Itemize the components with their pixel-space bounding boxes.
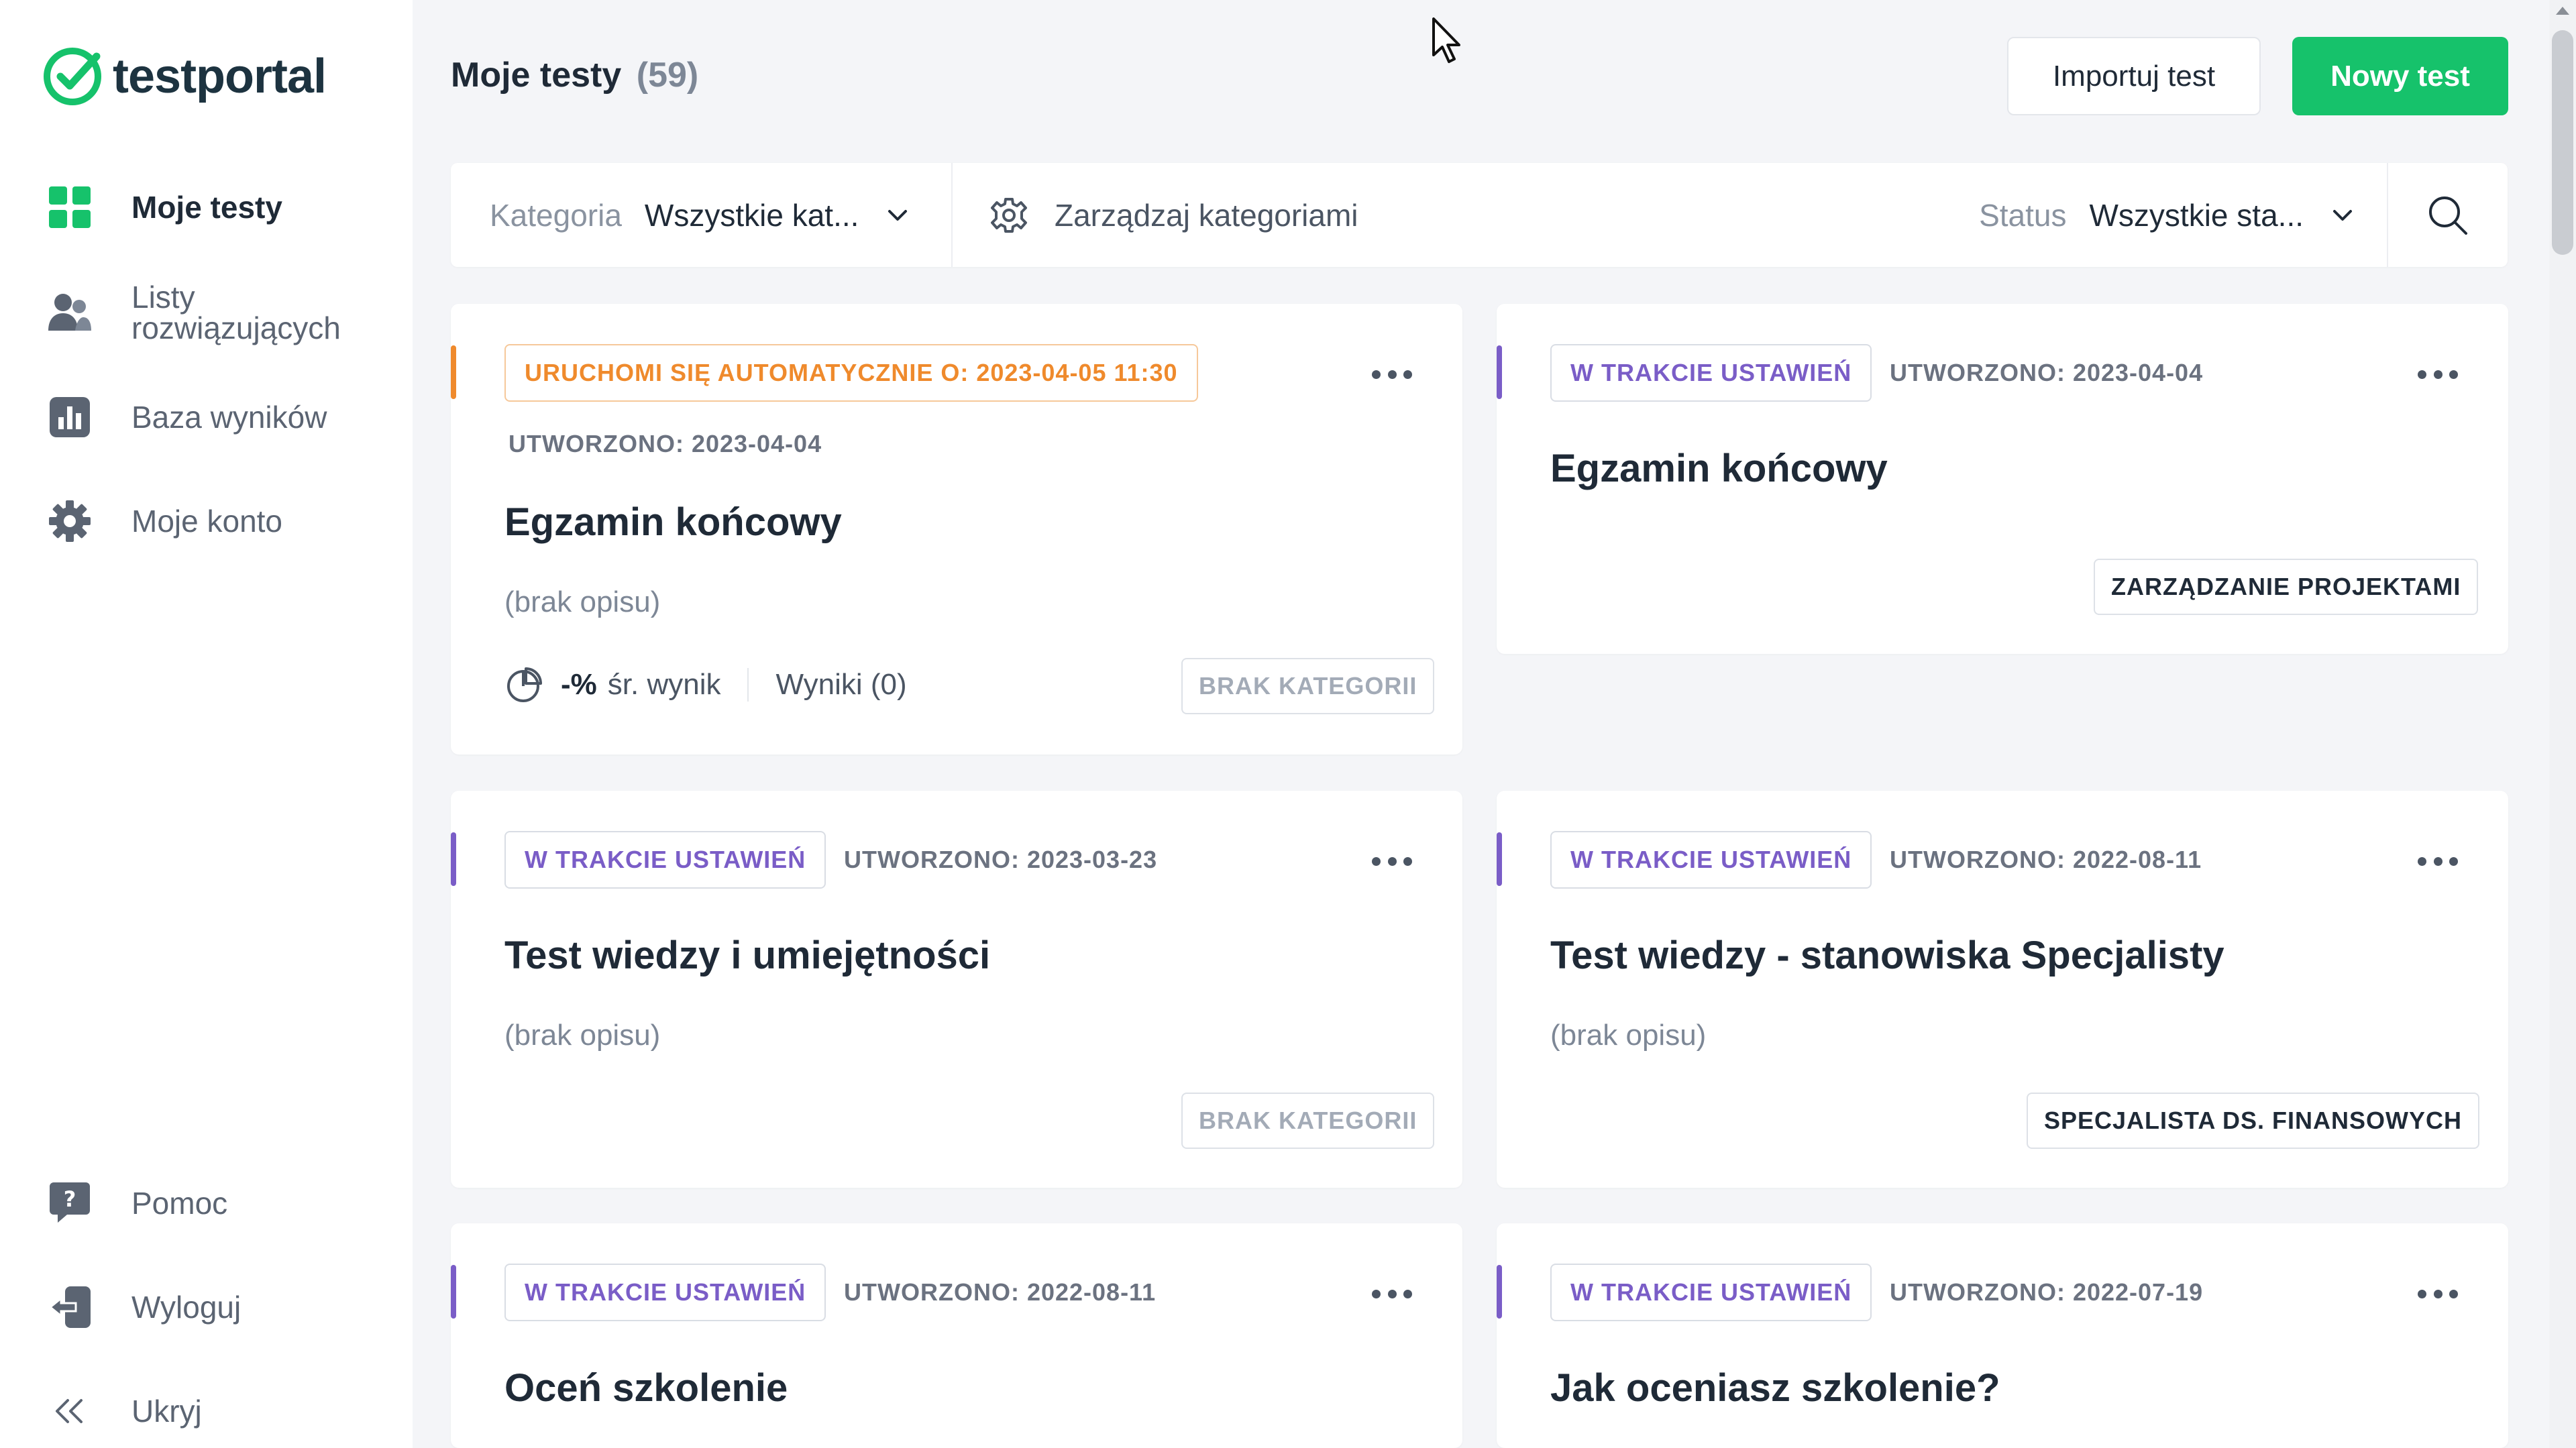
category-select-value[interactable]: Wszystkie kat... — [645, 197, 859, 233]
new-test-button[interactable]: Nowy test — [2292, 37, 2508, 115]
sidebar-item-ukryj[interactable]: Ukryj — [47, 1388, 202, 1434]
status-select-value[interactable]: Wszystkie sta... — [2090, 197, 2304, 233]
more-options-icon[interactable] — [1372, 1287, 1412, 1300]
test-title[interactable]: Jak oceniasz szkolenie? — [1550, 1366, 2000, 1410]
test-title[interactable]: Egzamin końcowy — [504, 500, 842, 545]
sidebar-item-baza-wynikow[interactable]: Baza wyników — [47, 394, 327, 440]
more-options-icon[interactable] — [2418, 854, 2458, 868]
average-score-value: -% — [561, 668, 597, 701]
average-score-label: śr. wynik — [607, 668, 721, 701]
gear-outline-icon — [991, 197, 1027, 233]
gear-icon — [47, 498, 93, 544]
sidebar-item-listy[interactable]: Listy rozwiązujących — [47, 282, 373, 343]
page-title-text: Moje testy — [451, 56, 622, 95]
sidebar-item-label: Listy rozwiązujących — [131, 280, 341, 345]
logo[interactable]: testportal — [40, 44, 327, 109]
test-description: (brak opisu) — [504, 1019, 661, 1052]
test-card[interactable]: W TRAKCIE USTAWIEŃ UTWORZONO: 2022-08-11… — [1497, 791, 2508, 1188]
tests-count: (59) — [636, 56, 699, 95]
status-badge: W TRAKCIE USTAWIEŃ — [1550, 344, 1872, 402]
status-accent — [451, 832, 456, 886]
status-accent — [451, 345, 456, 399]
created-date: UTWORZONO: 2022-08-11 — [844, 1278, 1157, 1306]
more-options-icon[interactable] — [2418, 368, 2458, 381]
manage-categories-link[interactable]: Zarządzaj kategoriami — [990, 197, 1358, 234]
status-label: Status — [1979, 197, 2067, 233]
test-card[interactable]: URUCHOMI SIĘ AUTOMATYCZNIE O: 2023-04-05… — [451, 304, 1462, 755]
logout-icon — [47, 1284, 93, 1330]
category-filter[interactable]: Kategoria Wszystkie kat... — [451, 163, 953, 267]
divider — [747, 668, 749, 702]
more-options-icon[interactable] — [1372, 854, 1412, 868]
filter-bar: Kategoria Wszystkie kat... Zarządzaj kat… — [451, 163, 2508, 267]
sidebar-item-moje-konto[interactable]: Moje konto — [47, 498, 282, 544]
more-options-icon[interactable] — [1372, 368, 1412, 381]
logo-text: testportal — [113, 50, 327, 103]
scroll-up-arrow-icon[interactable] — [2556, 7, 2569, 15]
status-accent — [1497, 1265, 1502, 1319]
status-accent — [1497, 832, 1502, 886]
pie-chart-icon — [507, 667, 542, 702]
sidebar-item-moje-testy[interactable]: Moje testy — [47, 184, 282, 230]
created-date: UTWORZONO: 2023-04-04 — [1890, 359, 2204, 386]
category-label: Kategoria — [490, 197, 622, 233]
mouse-cursor-icon — [1432, 17, 1460, 63]
sidebar-item-label: Ukryj — [131, 1394, 202, 1429]
page-scrollbar[interactable] — [2549, 0, 2576, 1448]
status-badge: W TRAKCIE USTAWIEŃ — [1550, 1264, 1872, 1321]
test-description: (brak opisu) — [504, 586, 661, 618]
status-badge: W TRAKCIE USTAWIEŃ — [1550, 831, 1872, 889]
bar-chart-icon — [47, 394, 93, 440]
created-date: UTWORZONO: 2022-07-19 — [1890, 1278, 2204, 1306]
logo-check-icon — [44, 48, 101, 105]
manage-categories-label: Zarządzaj kategoriami — [1055, 197, 1358, 233]
test-card[interactable]: W TRAKCIE USTAWIEŃ UTWORZONO: 2022-08-11… — [451, 1223, 1462, 1448]
category-tag[interactable]: SPECJALISTA DS. FINANSOWYCH — [2027, 1093, 2480, 1149]
test-title[interactable]: Test wiedzy i umiejętności — [504, 933, 990, 978]
grid-icon — [47, 184, 93, 230]
created-date: UTWORZONO: 2023-04-04 — [508, 430, 822, 457]
sidebar-item-label: Wyloguj — [131, 1290, 241, 1325]
sidebar-item-pomoc[interactable]: ? Pomoc — [47, 1180, 227, 1226]
chevron-down-icon[interactable] — [2329, 202, 2356, 229]
status-accent — [1497, 345, 1502, 399]
help-icon: ? — [47, 1180, 93, 1226]
page-title: Moje testy (59) — [451, 55, 698, 95]
sidebar-item-wyloguj[interactable]: Wyloguj — [47, 1284, 241, 1330]
sidebar-item-label: Pomoc — [131, 1186, 228, 1221]
created-date: UTWORZONO: 2023-03-23 — [844, 846, 1158, 873]
category-tag[interactable]: BRAK KATEGORII — [1181, 1093, 1435, 1149]
category-tag[interactable]: ZARZĄDZANIE PROJEKTAMI — [2094, 559, 2479, 615]
test-card[interactable]: W TRAKCIE USTAWIEŃ UTWORZONO: 2022-07-19… — [1497, 1223, 2508, 1448]
created-date: UTWORZONO: 2022-08-11 — [1890, 846, 2202, 873]
search-button[interactable] — [2388, 163, 2508, 267]
sidebar: testportal Moje testy Listy rozwiązujący… — [0, 0, 413, 1448]
scroll-thumb[interactable] — [2552, 30, 2573, 255]
status-badge: W TRAKCIE USTAWIEŃ — [504, 1264, 826, 1321]
test-title[interactable]: Test wiedzy - stanowiska Specjalisty — [1550, 933, 2224, 978]
status-badge: W TRAKCIE USTAWIEŃ — [504, 831, 826, 889]
more-options-icon[interactable] — [2418, 1287, 2458, 1300]
test-title[interactable]: Oceń szkolenie — [504, 1366, 788, 1410]
sidebar-item-label: Moje konto — [131, 504, 283, 539]
category-tag[interactable]: BRAK KATEGORII — [1181, 658, 1435, 714]
results-link[interactable]: Wyniki (0) — [775, 668, 906, 702]
search-icon — [2429, 196, 2467, 235]
test-card[interactable]: W TRAKCIE USTAWIEŃ UTWORZONO: 2023-04-04… — [1497, 304, 2508, 654]
double-chevron-left-icon — [47, 1388, 93, 1434]
test-title[interactable]: Egzamin końcowy — [1550, 446, 1888, 491]
sidebar-item-label: Moje testy — [131, 190, 282, 225]
users-icon — [47, 290, 93, 335]
svg-text:?: ? — [64, 1186, 76, 1212]
test-card[interactable]: W TRAKCIE USTAWIEŃ UTWORZONO: 2023-03-23… — [451, 791, 1462, 1188]
test-description: (brak opisu) — [1550, 1019, 1707, 1052]
test-stats: -% śr. wynik Wyniki (0) — [504, 666, 907, 704]
status-filter[interactable]: Status Wszystkie sta... — [1979, 163, 2388, 267]
import-test-button[interactable]: Importuj test — [2007, 37, 2261, 115]
chevron-down-icon[interactable] — [884, 202, 911, 229]
sidebar-item-label: Baza wyników — [131, 400, 327, 435]
status-badge: URUCHOMI SIĘ AUTOMATYCZNIE O: 2023-04-05… — [504, 344, 1198, 402]
status-accent — [451, 1265, 456, 1319]
